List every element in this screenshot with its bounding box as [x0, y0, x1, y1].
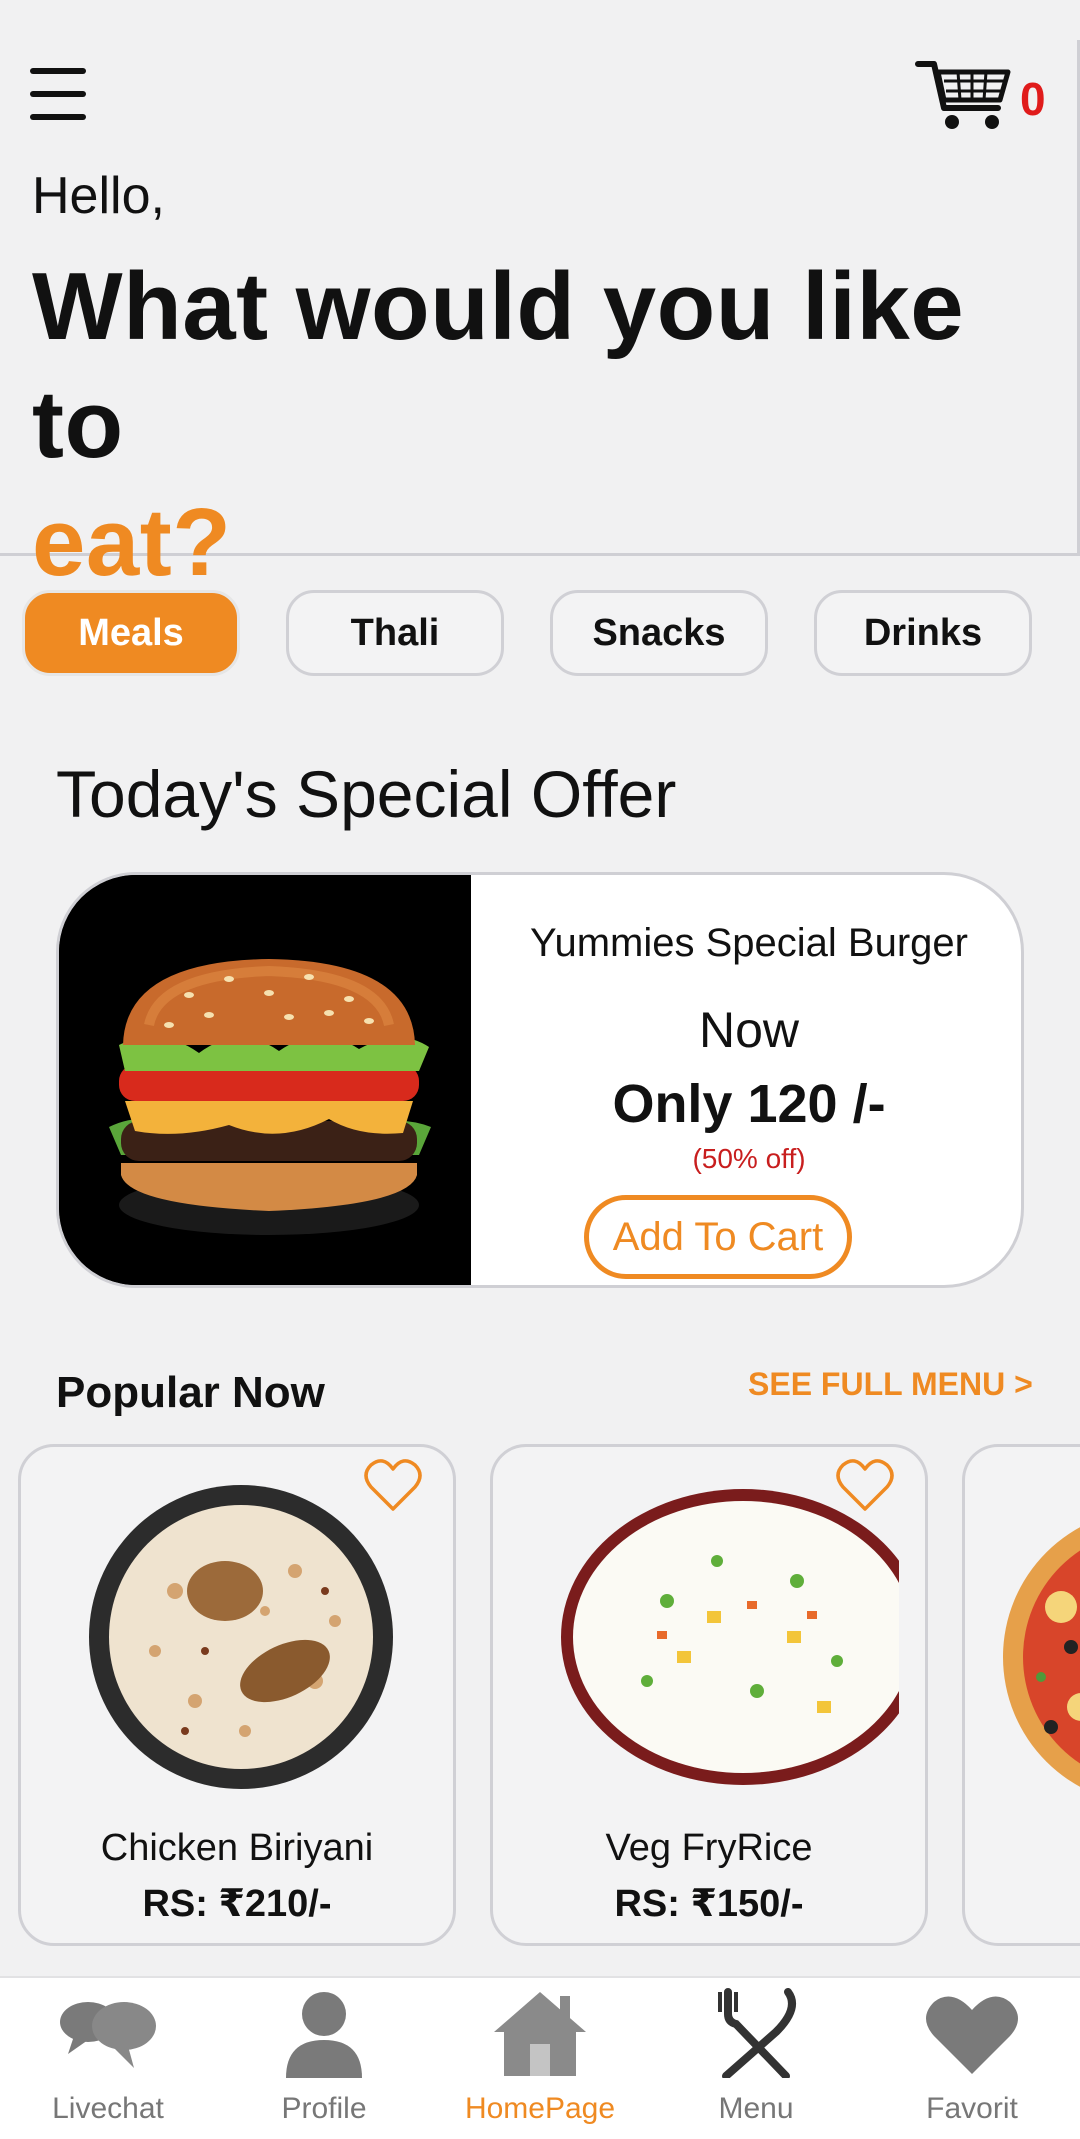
nav-menu-label: Menu: [718, 2092, 794, 2125]
tab-thali[interactable]: Thali: [286, 590, 504, 676]
veg-fryrice-image: [561, 1489, 899, 1785]
offer-price: Only 120 /-: [612, 1074, 886, 1134]
greeting: Hello,: [32, 167, 165, 225]
page-title: What would you like to eat?: [32, 248, 1062, 602]
offer-discount: (50% off): [692, 1143, 806, 1174]
nav-livechat-label: Livechat: [52, 2092, 164, 2125]
popular-item-card[interactable]: Chicken Biriyani RS: ₹210/-: [18, 1444, 456, 1946]
chicken-biriyani-image: [89, 1485, 393, 1789]
tab-drinks[interactable]: Drinks: [814, 590, 1032, 676]
popular-item-price: RS: ₹210/-: [142, 1883, 332, 1925]
tab-snacks[interactable]: Snacks: [550, 590, 768, 676]
shopping-cart-icon[interactable]: [914, 56, 1014, 136]
tab-meals[interactable]: Meals: [22, 590, 240, 676]
offer-item-name: Yummies Special Burger: [530, 921, 968, 965]
special-offer-title: Today's Special Offer: [56, 757, 677, 831]
page-title-accent: eat?: [32, 489, 232, 596]
burger-image: [59, 875, 471, 1285]
page-title-main: What would you like to: [32, 253, 965, 478]
popular-item-name: Chicken Biriyani: [100, 1827, 374, 1869]
fork-knife-icon: [718, 1988, 796, 2078]
popular-item-name: Veg FryRice: [605, 1827, 813, 1869]
bottom-navigation: Livechat Profile HomePage Menu Favorit: [0, 1976, 1080, 2139]
nav-homepage-label: HomePage: [464, 2092, 616, 2125]
see-full-menu-link[interactable]: SEE FULL MENU >: [748, 1366, 1033, 1403]
header: 0 Hello, What would you like to eat?: [0, 0, 1080, 596]
add-to-cart-button[interactable]: Add To Cart: [584, 1195, 852, 1279]
nav-menu[interactable]: Menu: [648, 1978, 864, 2139]
special-offer-card[interactable]: Yummies Special Burger Now Only 120 /- (…: [56, 872, 1024, 1288]
popular-item-card[interactable]: Veg FryRice RS: ₹150/-: [490, 1444, 928, 1946]
nav-homepage[interactable]: HomePage: [432, 1978, 648, 2139]
popular-item-price: RS: ₹150/-: [614, 1883, 804, 1925]
home-icon: [494, 1992, 586, 2076]
pizza-image: [1003, 1527, 1080, 1787]
hamburger-menu-icon[interactable]: [30, 68, 86, 120]
heart-icon: [926, 1996, 1018, 2074]
nav-favorit-label: Favorit: [926, 2092, 1018, 2125]
nav-profile[interactable]: Profile: [216, 1978, 432, 2139]
chat-icon: [60, 2002, 156, 2068]
nav-livechat[interactable]: Livechat: [0, 1978, 216, 2139]
nav-profile-label: Profile: [281, 2092, 367, 2125]
cart-count-badge: 0: [1020, 73, 1046, 125]
offer-now-label: Now: [698, 1002, 800, 1058]
person-icon: [286, 1992, 362, 2078]
nav-favorit[interactable]: Favorit: [864, 1978, 1080, 2139]
popular-now-title: Popular Now: [56, 1368, 325, 1417]
popular-item-card-partial[interactable]: [962, 1444, 1080, 1946]
